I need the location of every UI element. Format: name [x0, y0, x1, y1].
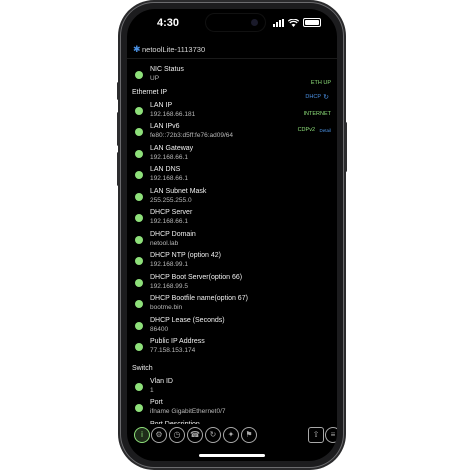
tools-tab-icon[interactable]: ✦ — [223, 427, 239, 443]
list-item[interactable]: Port ifname GigabitEthernet0/7 — [127, 397, 337, 419]
refresh-tab-icon[interactable]: ↻ — [205, 427, 221, 443]
status-time: 4:30 — [157, 17, 180, 29]
item-value: 86400 — [150, 325, 169, 333]
item-label: LAN IPv6 — [150, 123, 180, 130]
power-button — [344, 122, 347, 172]
status-dot-icon — [135, 171, 143, 179]
item-value: 192.168.66.1 — [150, 153, 188, 161]
item-value: 192.168.66.1 — [150, 218, 188, 225]
item-label: Public IP Address — [150, 338, 205, 345]
list-item[interactable]: DHCP Boot Server(option 66) 192.168.99.5 — [127, 272, 337, 294]
list-item[interactable]: LAN Gateway 192.168.66.1 — [127, 143, 337, 165]
item-label: DHCP Server — [150, 209, 193, 216]
status-dot-icon — [135, 321, 143, 330]
status-bar: 4:30 — [127, 9, 337, 37]
item-value: 255.255.255.0 — [150, 196, 192, 204]
info-list[interactable]: NIC Status UP Ethernet IP LAN IP 192.168.… — [127, 64, 337, 424]
list-item[interactable]: DHCP Server 192.168.66.1 — [127, 207, 337, 229]
volume-up-button — [117, 112, 120, 146]
cellular-signal-icon — [273, 18, 284, 27]
status-dot-icon — [135, 343, 143, 351]
ethernet-list: LAN IP 192.168.66.181 LAN IPv6 fe80::72b3:d… — [127, 100, 337, 358]
item-label: DHCP NTP (option 42) — [150, 252, 221, 259]
settings-tab-icon[interactable]: ⚙ — [151, 427, 167, 443]
switch-list: Vlan ID 1 Port ifname GigabitEthernet0/7 Por… — [127, 376, 337, 424]
status-dot-icon — [135, 404, 143, 412]
list-item[interactable]: LAN DNS 192.168.66.1 — [127, 164, 337, 186]
share-icon[interactable]: ⇧ — [308, 427, 324, 443]
status-dot-icon — [135, 235, 143, 244]
phone-frame: 4:30 ✱ netoolLite-1113730 ETH UP DHCP ↻ … — [117, 2, 347, 468]
volume-down-button — [117, 152, 120, 186]
battery-icon — [303, 18, 321, 27]
list-item[interactable]: DHCP Lease (Seconds) 86400 — [127, 315, 337, 337]
list-item[interactable]: Public IP Address 77.158.153.174 — [127, 336, 337, 358]
list-item[interactable]: LAN IP 192.168.66.181 — [127, 100, 337, 122]
item-label: Vlan ID — [150, 377, 173, 385]
bottom-toolbar: i ⚙ ◷ ☎ ↻ ✦ ⚑ ⇧ ≡ — [127, 423, 337, 451]
status-dot-icon — [135, 278, 143, 287]
status-dot-icon — [135, 257, 143, 265]
status-dot-icon — [135, 128, 143, 136]
list-item[interactable]: DHCP Bootfile name(option 67) bootme.bin — [127, 293, 337, 315]
list-item-nic-status[interactable]: NIC Status UP — [127, 64, 337, 86]
tag-tab-icon[interactable]: ⚑ — [241, 427, 257, 443]
item-value: netool.lab — [150, 239, 179, 247]
status-dot-icon — [135, 382, 143, 391]
item-value: 192.168.66.1 — [150, 175, 188, 182]
item-label: LAN Subnet Mask — [150, 187, 207, 195]
item-value: ifname GigabitEthernet0/7 — [150, 408, 226, 415]
item-value: 77.158.153.174 — [150, 347, 196, 354]
status-icons — [273, 18, 321, 27]
device-name: netoolLite-1113730 — [142, 45, 206, 54]
item-value: 192.168.66.181 — [150, 110, 196, 118]
menu-icon[interactable]: ≡ — [325, 427, 337, 443]
item-label: DHCP Domain — [150, 230, 196, 238]
history-tab-icon[interactable]: ◷ — [169, 427, 185, 443]
list-item[interactable]: DHCP Domain netool.lab — [127, 229, 337, 251]
item-value: UP — [150, 75, 160, 82]
list-item[interactable]: Vlan ID 1 — [127, 376, 337, 398]
app-screen: 4:30 ✱ netoolLite-1113730 ETH UP DHCP ↻ … — [127, 9, 337, 461]
status-dot-icon — [135, 149, 143, 158]
status-dot-icon — [135, 71, 143, 79]
dynamic-island — [206, 14, 265, 31]
item-value: 1 — [150, 386, 154, 394]
item-label: DHCP Lease (Seconds) — [150, 316, 225, 324]
status-dot-icon — [135, 192, 143, 201]
item-value: fe80::72b3:d5ff:fe76:ad09/64 — [150, 132, 234, 139]
mute-switch — [117, 82, 120, 100]
device-header[interactable]: ✱ netoolLite-1113730 — [127, 42, 337, 59]
info-tab-icon[interactable]: i — [134, 427, 150, 443]
list-item[interactable]: LAN Subnet Mask 255.255.255.0 — [127, 186, 337, 208]
bluetooth-icon: ✱ — [133, 44, 141, 54]
item-label: LAN IP — [150, 101, 173, 109]
list-item[interactable]: DHCP NTP (option 42) 192.168.99.1 — [127, 250, 337, 272]
item-value: bootme.bin — [150, 304, 183, 311]
camera-icon — [251, 19, 258, 26]
phone-tab-icon[interactable]: ☎ — [187, 427, 203, 443]
section-ethernet-ip: Ethernet IP — [132, 88, 168, 96]
status-dot-icon — [135, 214, 143, 222]
wifi-icon — [288, 18, 299, 27]
item-label: LAN DNS — [150, 166, 181, 173]
status-dot-icon — [135, 106, 143, 115]
item-label: DHCP Bootfile name(option 67) — [150, 295, 248, 302]
item-label: DHCP Boot Server(option 66) — [150, 273, 243, 281]
list-item[interactable]: LAN IPv6fe80::72b3:d5ff:fe76:ad09/64 — [127, 121, 337, 143]
item-label: Port — [150, 399, 163, 406]
home-indicator — [199, 454, 265, 457]
status-dot-icon — [135, 300, 143, 308]
item-value: 192.168.99.1 — [150, 261, 188, 268]
item-value: 192.168.99.5 — [150, 282, 188, 290]
item-label: LAN Gateway — [150, 144, 194, 152]
section-switch: Switch — [132, 364, 153, 372]
item-label: NIC Status — [150, 66, 184, 73]
